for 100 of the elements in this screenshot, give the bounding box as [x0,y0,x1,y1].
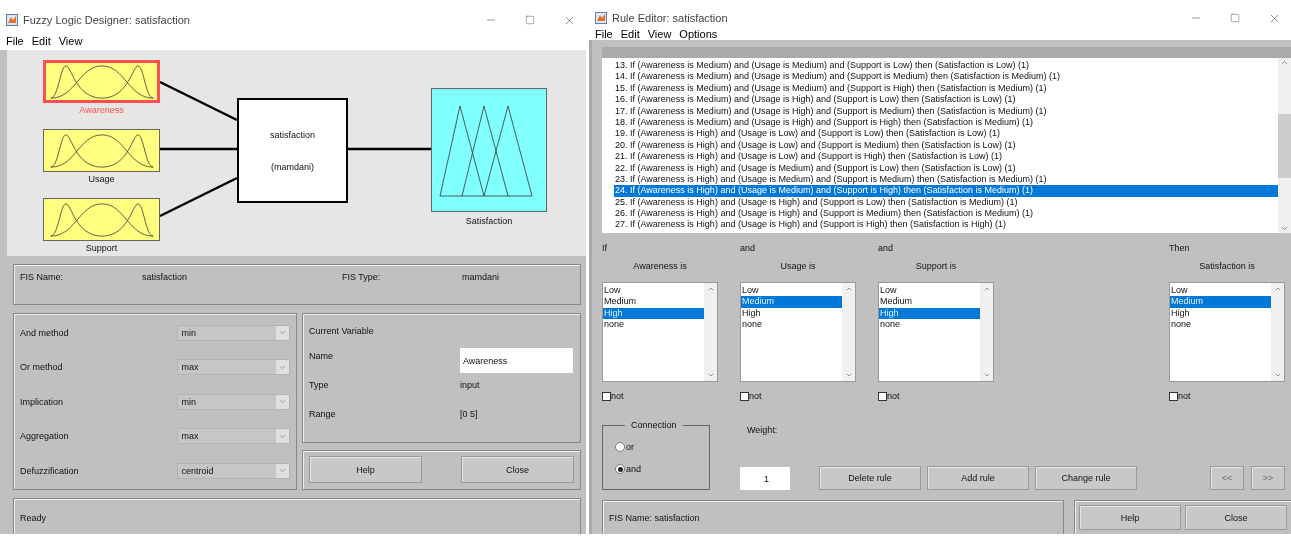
term-option[interactable]: none [741,319,842,331]
radio-label: and [626,464,642,474]
radio-button[interactable] [615,442,625,452]
fis-name-value: satisfaction [142,272,189,282]
chevron-down-icon [982,371,991,379]
variable-label: Awareness [78,105,125,115]
term-option[interactable]: High [603,307,704,320]
type-value: input [460,380,480,390]
chevron-up-icon [844,285,853,293]
term-option[interactable]: Medium [879,296,980,308]
rule-item[interactable]: 18. If (Awareness is Medium) and (Usage is High) and (Support is High) then (Satisfaction is Medium) (1) [614,116,1278,129]
fis-name-label: FIS Name: [20,272,64,282]
chevron-up-icon [1273,285,1282,293]
name-field[interactable]: Awareness [460,348,573,373]
menu-item[interactable]: View [54,35,87,47]
chevron-down-icon [1273,371,1282,379]
term-option[interactable]: none [879,319,980,331]
term-option[interactable]: High [879,307,980,320]
term-option[interactable]: Low [741,285,842,297]
method-dropdown[interactable]: max [177,359,290,375]
term-option[interactable]: none [603,319,704,331]
rule-item[interactable]: 21. If (Awareness is High) and (Usage is Low) and (Support is High) then (Satisfaction is Low) (1) [614,151,1278,163]
output-variable-node[interactable] [431,88,547,212]
rule-item[interactable]: 16. If (Awareness is Medium) and (Usage is High) and (Support is Low) then (Satisfaction is Low) (1) [614,94,1278,106]
term-listbox[interactable]: Low Medium High none [878,282,994,382]
not-checkbox[interactable] [1169,391,1178,401]
menu-item[interactable]: Options [675,28,722,40]
rule-item[interactable]: 25. If (Awareness is High) and (Usage is High) and (Support is Low) then (Satisfaction is Medium) (1) [614,196,1278,209]
rule-item[interactable]: 24. If (Awareness is High) and (Usage is Medium) and (Support is High) then (Satisfaction is Medium) (1) [614,185,1278,197]
weight-field[interactable]: 1 [740,467,790,490]
rule-item[interactable]: 22. If (Awareness is High) and (Usage is Medium) and (Support is Low) then (Satisfaction is Low) (1) [614,162,1278,174]
term-option[interactable]: Low [603,285,704,297]
variable-label: Awareness is [632,261,688,271]
group-title: Connection [625,420,683,430]
variable-label: Usage is [779,261,817,271]
connector-label: If [602,243,608,253]
term-listbox[interactable]: Low Medium High none [740,282,856,382]
not-label: not [887,391,900,401]
method-label: And method [20,327,70,338]
not-label: not [611,391,624,401]
method-dropdown[interactable]: min [177,393,290,410]
rule-item[interactable]: 23. If (Awareness is High) and (Usage is Medium) and (Support is Medium) then (Satisfaction is Medium) (1) [614,173,1278,186]
term-option[interactable]: High [741,307,842,320]
term-option[interactable]: Low [879,285,980,297]
term-option[interactable]: Medium [1170,296,1271,308]
term-listbox[interactable]: Low Medium High none [602,282,718,382]
close-button[interactable]: Close [1185,505,1287,530]
term-option[interactable]: Medium [741,296,842,308]
menu-item[interactable]: File [2,35,28,47]
menu-item[interactable]: View [643,28,676,40]
rule-item[interactable]: 19. If (Awareness is High) and (Usage is Low) and (Support is Low) then (Satisfaction is Low) (1) [614,128,1278,140]
rule-item[interactable]: 26. If (Awareness is High) and (Usage is High) and (Support is Medium) then (Satisfaction is Medium) (1) [614,208,1278,220]
variable-label: Satisfaction is [1198,261,1256,271]
term-option[interactable]: Medium [603,296,704,308]
term-listbox[interactable]: Low Medium High none [1169,282,1285,382]
not-checkbox[interactable] [740,391,749,401]
rule-item[interactable]: 17. If (Awareness is Medium) and (Usage is High) and (Support is Medium) then (Satisfaction is Medium) (1) [614,105,1278,117]
method-label: Aggregation [20,431,70,441]
maximize-icon [1230,13,1240,23]
chevron-down-icon [278,397,287,406]
rule-item[interactable]: 14. If (Awareness is Medium) and (Usage is Medium) and (Support is Medium) then (Satisfaction is Medium) (1) [614,71,1278,83]
not-label: not [749,391,762,401]
not-checkbox[interactable] [878,391,887,401]
method-dropdown[interactable]: centroid [177,462,290,479]
rule-item[interactable]: 20. If (Awareness is High) and (Usage is Low) and (Support is Medium) then (Satisfaction is Low) (1) [614,139,1278,152]
method-label: Defuzzification [20,465,80,476]
chevron-down-icon [278,466,287,475]
method-dropdown[interactable]: min [177,324,290,341]
rule-item[interactable]: 13. If (Awareness is Medium) and (Usage is Medium) and (Support is Low) then (Satisfaction is Low) (1) [614,60,1278,72]
rule-item[interactable]: 27. If (Awareness is High) and (Usage is High) and (Support is High) then (Satisfaction is High) (1) [614,219,1278,231]
method-label: Implication [20,396,65,407]
maximize-icon [525,15,535,25]
menu-item[interactable]: File [591,28,617,40]
connector-label: Then [1169,243,1191,253]
method-label: Or method [20,362,64,372]
chevron-up-icon [706,285,715,293]
help-button[interactable]: Help [1079,505,1181,530]
method-dropdown[interactable]: max [177,428,290,444]
system-name: satisfaction [270,129,315,140]
panel-title: Current Variable [309,326,374,336]
rule-action-button[interactable]: Change rule [1035,466,1137,490]
system-node[interactable]: satisfaction (mamdani) [237,98,348,203]
not-checkbox[interactable] [602,391,611,401]
close-button[interactable]: Close [461,456,574,483]
rule-action-button[interactable]: Add rule [927,466,1029,490]
term-option[interactable]: High [1170,307,1271,320]
window-title: Fuzzy Logic Designer: satisfaction [23,14,191,26]
term-option[interactable]: Low [1170,285,1271,297]
radio-label: or [626,442,634,452]
menu-item[interactable]: Edit [27,35,55,47]
term-option[interactable]: none [1170,319,1271,331]
scrollbar-thumb[interactable] [1278,113,1291,178]
chevron-down-icon [1280,224,1289,233]
help-button[interactable]: Help [309,456,422,483]
rule-item[interactable]: 15. If (Awareness is Medium) and (Usage is Medium) and (Support is High) then (Satisfaction is Medium) (1) [614,82,1278,95]
radio-button[interactable] [615,464,625,474]
fis-type-label: FIS Type: [342,272,382,282]
connector-label: and [878,243,895,253]
rule-action-button[interactable]: Delete rule [819,466,921,490]
menu-item[interactable]: Edit [616,28,644,40]
